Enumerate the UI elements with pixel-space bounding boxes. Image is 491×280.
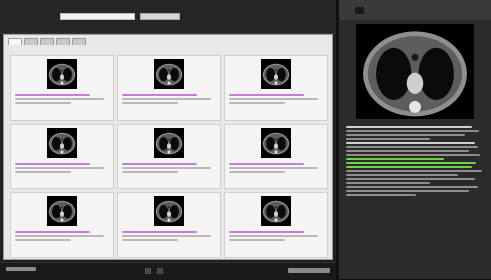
caption-line	[122, 102, 179, 104]
left-logo	[6, 267, 36, 273]
tab-2[interactable]	[40, 38, 54, 45]
caption-line	[15, 231, 91, 234]
search-button[interactable]	[140, 13, 180, 20]
footer: ‹ ›	[0, 262, 336, 280]
result-caption	[122, 92, 216, 118]
detail-line	[346, 162, 477, 164]
result-caption	[122, 161, 216, 187]
result-card[interactable]	[117, 192, 221, 258]
pager-prev-button[interactable]: ‹	[145, 267, 151, 274]
ct-thumbnail-icon[interactable]	[154, 196, 184, 227]
caption-line	[15, 170, 72, 173]
detail-line	[346, 194, 416, 196]
detail-line	[346, 154, 481, 156]
detail-line	[346, 150, 470, 152]
caption-line	[229, 166, 319, 169]
detail-line	[346, 126, 472, 128]
result-caption	[122, 229, 216, 255]
pager-next-button[interactable]: ›	[157, 267, 163, 274]
detail-line	[346, 170, 482, 172]
caption-line	[229, 231, 305, 234]
result-card[interactable]	[10, 123, 114, 190]
detail-line	[346, 186, 478, 188]
result-caption	[229, 92, 323, 118]
tab-0[interactable]	[8, 38, 22, 45]
result-card[interactable]	[224, 192, 328, 258]
detail-line	[346, 178, 475, 180]
caption-line	[15, 102, 72, 104]
ct-thumbnail-icon[interactable]	[154, 127, 184, 158]
caption-line	[229, 170, 286, 173]
caption-line	[122, 94, 198, 96]
tab-4[interactable]	[72, 38, 86, 45]
detail-description	[346, 126, 486, 266]
results-pane: ‹ ›	[0, 0, 336, 280]
result-caption	[229, 161, 323, 187]
caption-line	[15, 239, 72, 242]
result-caption	[15, 92, 109, 118]
pager: ‹ ›	[145, 267, 163, 274]
caption-line	[122, 166, 212, 169]
ct-thumbnail-icon[interactable]	[47, 127, 77, 158]
caption-line	[122, 231, 198, 234]
tab-bar	[8, 38, 86, 45]
result-card[interactable]	[117, 123, 221, 190]
result-card[interactable]	[10, 55, 114, 121]
caption-line	[229, 162, 305, 165]
detail-line	[346, 130, 479, 132]
detail-header	[339, 0, 491, 20]
detail-line	[346, 166, 472, 168]
caption-line	[15, 162, 91, 165]
detail-line	[346, 190, 470, 192]
search-input[interactable]	[60, 13, 135, 20]
left-logo-mark	[6, 267, 36, 271]
ct-thumbnail-icon[interactable]	[154, 59, 184, 89]
detail-pane	[339, 0, 491, 279]
result-caption	[15, 229, 109, 255]
result-card[interactable]	[224, 55, 328, 121]
search-area	[0, 0, 336, 34]
ct-thumbnail-icon[interactable]	[47, 196, 77, 227]
caption-line	[15, 235, 105, 238]
results-panel	[3, 34, 333, 260]
caption-line	[122, 98, 212, 100]
tab-1[interactable]	[24, 38, 38, 45]
caption-line	[229, 235, 319, 238]
caption-line	[15, 94, 91, 96]
detail-line	[346, 134, 465, 136]
ct-scan-image-icon[interactable]	[356, 24, 474, 119]
detail-line	[346, 158, 444, 160]
detail-badge	[355, 7, 364, 14]
caption-line	[229, 102, 286, 104]
caption-line	[122, 235, 212, 238]
result-caption	[229, 229, 323, 255]
caption-line	[229, 239, 286, 242]
ct-thumbnail-icon[interactable]	[261, 127, 291, 158]
detail-line	[346, 142, 475, 144]
ct-thumbnail-icon[interactable]	[47, 59, 77, 89]
results-grid	[10, 55, 328, 258]
detail-line	[346, 146, 478, 148]
caption-line	[229, 98, 319, 100]
caption-line	[15, 166, 105, 169]
result-card[interactable]	[224, 123, 328, 190]
detail-line	[346, 174, 458, 176]
detail-line	[346, 182, 430, 184]
result-card[interactable]	[10, 192, 114, 258]
caption-line	[122, 170, 179, 173]
detail-line	[346, 138, 430, 140]
app-window: ‹ ›	[0, 0, 491, 280]
caption-line	[15, 98, 105, 100]
caption-line	[122, 162, 198, 165]
result-caption	[15, 161, 109, 187]
right-logo	[288, 268, 330, 273]
caption-line	[122, 239, 179, 242]
ct-thumbnail-icon[interactable]	[261, 59, 291, 89]
tab-3[interactable]	[56, 38, 70, 45]
result-card[interactable]	[117, 55, 221, 121]
caption-line	[229, 94, 305, 96]
ct-thumbnail-icon[interactable]	[261, 196, 291, 227]
